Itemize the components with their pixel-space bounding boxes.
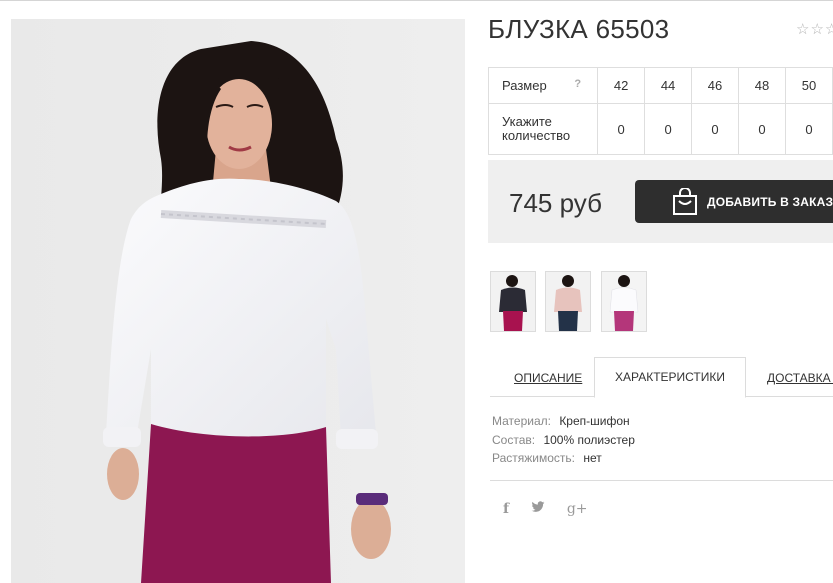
spec-value: нет bbox=[583, 451, 602, 465]
thumb-black-blouse[interactable] bbox=[490, 271, 536, 332]
help-icon[interactable]: ? bbox=[574, 78, 581, 90]
quantity-input-46[interactable]: 0 bbox=[691, 103, 740, 155]
tab-characteristics[interactable]: ХАРАКТЕРИСТИКИ bbox=[594, 357, 746, 398]
top-divider bbox=[0, 0, 833, 1]
main-product-photo[interactable] bbox=[11, 19, 465, 583]
spec-row-stretch: Растяжимость: нет bbox=[492, 449, 635, 468]
product-price: 745 руб bbox=[509, 188, 602, 218]
product-title: БЛУЗКА 65503 bbox=[488, 14, 670, 44]
spec-key: Растяжимость: bbox=[492, 451, 576, 465]
characteristics-list: Материал: Креп-шифон Состав: 100% полиэс… bbox=[492, 412, 635, 468]
spec-row-material: Материал: Креп-шифон bbox=[492, 412, 635, 431]
spec-value: Креп-шифон bbox=[559, 414, 630, 428]
facebook-icon[interactable]: f bbox=[503, 501, 509, 517]
size-row: Размер ? 42 44 46 48 50 bbox=[487, 67, 833, 104]
twitter-icon[interactable] bbox=[531, 500, 545, 516]
size-quantity-table: Размер ? 42 44 46 48 50 Укажите количеств… bbox=[487, 67, 833, 155]
size-cell: 42 bbox=[597, 67, 646, 104]
quantity-input-44[interactable]: 0 bbox=[644, 103, 693, 155]
thumb-white-blouse[interactable] bbox=[601, 271, 647, 332]
price-box: 745 руб ДОБАВИТЬ В ЗАКАЗ bbox=[488, 160, 833, 243]
size-cell: 50 bbox=[784, 67, 833, 104]
rating-stars[interactable]: ☆☆☆ bbox=[796, 20, 833, 38]
googleplus-icon[interactable]: g+ bbox=[567, 501, 588, 517]
quantity-label: Укажите количество bbox=[502, 115, 570, 143]
size-cell: 46 bbox=[691, 67, 740, 104]
size-cell: 48 bbox=[738, 67, 786, 104]
add-to-order-label: ДОБАВИТЬ В ЗАКАЗ bbox=[707, 195, 833, 209]
spec-row-composition: Состав: 100% полиэстер bbox=[492, 431, 635, 450]
spec-key: Материал: bbox=[492, 414, 551, 428]
spec-value: 100% полиэстер bbox=[543, 432, 635, 447]
quantity-input-50[interactable]: 0 bbox=[784, 103, 833, 155]
tab-description[interactable]: ОПИСАНИЕ bbox=[514, 371, 582, 385]
add-to-order-button[interactable]: ДОБАВИТЬ В ЗАКАЗ bbox=[635, 180, 833, 223]
quantity-row: Укажите количество 0 0 0 0 0 bbox=[487, 103, 833, 155]
social-divider bbox=[490, 480, 833, 481]
size-cell: 44 bbox=[644, 67, 693, 104]
quantity-input-48[interactable]: 0 bbox=[738, 103, 786, 155]
shopping-bag-icon bbox=[673, 188, 697, 215]
thumb-pink-blouse[interactable] bbox=[545, 271, 591, 332]
size-row-header: Размер ? bbox=[487, 67, 599, 104]
info-tabs: ОПИСАНИЕ ХАРАКТЕРИСТИКИ ДОСТАВКА И bbox=[490, 357, 833, 398]
quantity-row-header: Укажите количество bbox=[487, 103, 599, 155]
social-share: f g+ bbox=[503, 500, 588, 517]
quantity-label-line2: количество bbox=[502, 128, 571, 143]
spec-key: Состав: bbox=[492, 432, 536, 447]
size-label: Размер bbox=[502, 78, 547, 93]
quantity-input-42[interactable]: 0 bbox=[597, 103, 646, 155]
quantity-label-line1: Укажите bbox=[502, 114, 552, 129]
tab-delivery[interactable]: ДОСТАВКА И bbox=[767, 371, 833, 385]
